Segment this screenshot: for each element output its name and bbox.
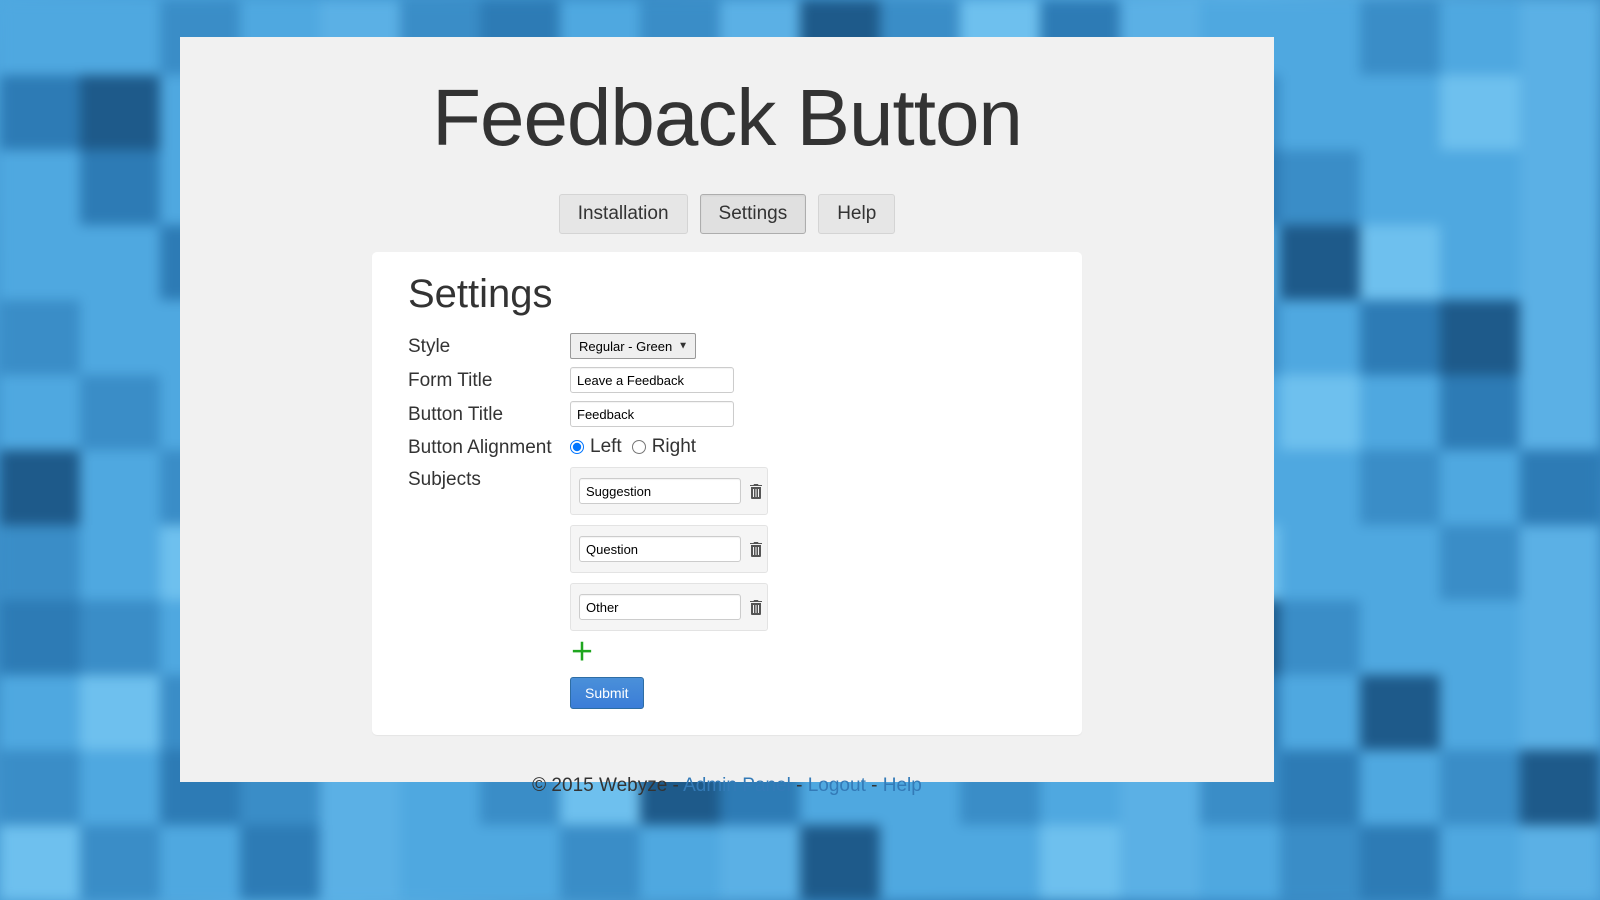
radio-right-label: Right (652, 436, 696, 458)
subject-item (570, 467, 768, 515)
footer-copyright: © 2015 Webyze - (532, 775, 683, 796)
subject-input-2[interactable] (579, 594, 741, 620)
footer-sep: - (791, 775, 808, 796)
subject-input-1[interactable] (579, 536, 741, 562)
row-style: Style Regular - Green ▼ (372, 329, 1082, 363)
subject-item (570, 525, 768, 573)
delete-subject-button[interactable] (749, 541, 763, 557)
tab-help[interactable]: Help (818, 194, 895, 234)
subject-input-0[interactable] (579, 478, 741, 504)
row-form-title: Form Title (372, 363, 1082, 397)
trash-icon (749, 541, 763, 557)
style-select-wrap: Regular - Green ▼ (570, 333, 696, 359)
tab-settings[interactable]: Settings (700, 194, 807, 234)
label-button-title: Button Title (408, 402, 570, 426)
trash-icon (749, 599, 763, 615)
alignment-radio-group: Left Right (570, 436, 696, 458)
plus-icon: ＋ (570, 639, 594, 666)
footer: © 2015 Webyze - Admin Panel - Logout - H… (180, 775, 1274, 797)
delete-subject-button[interactable] (749, 483, 763, 499)
tab-bar: Installation Settings Help (559, 194, 896, 234)
page-title: Feedback Button (180, 72, 1274, 164)
label-subjects: Subjects (408, 467, 570, 491)
delete-subject-button[interactable] (749, 599, 763, 615)
add-subject-button[interactable]: ＋ (570, 641, 594, 665)
row-subjects: Subjects (372, 463, 1082, 713)
settings-card: Settings Style Regular - Green ▼ Form Ti… (372, 252, 1082, 735)
main-panel: Feedback Button Installation Settings He… (180, 37, 1274, 782)
subjects-column: ＋ Submit (570, 467, 768, 709)
footer-sep: - (866, 775, 883, 796)
settings-heading: Settings (408, 272, 1082, 317)
form-title-input[interactable] (570, 367, 734, 393)
tab-installation[interactable]: Installation (559, 194, 688, 234)
button-title-input[interactable] (570, 401, 734, 427)
subject-item (570, 583, 768, 631)
label-form-title: Form Title (408, 368, 570, 392)
row-button-alignment: Button Alignment Left Right (372, 431, 1082, 463)
label-style: Style (408, 334, 570, 358)
style-select[interactable]: Regular - Green (570, 333, 696, 359)
radio-right[interactable] (632, 440, 646, 454)
radio-left-label: Left (590, 436, 622, 458)
label-button-alignment: Button Alignment (408, 435, 570, 459)
trash-icon (749, 483, 763, 499)
footer-link-help[interactable]: Help (883, 775, 922, 796)
footer-link-admin-panel[interactable]: Admin Panel (683, 775, 791, 796)
footer-link-logout[interactable]: Logout (808, 775, 866, 796)
radio-left[interactable] (570, 440, 584, 454)
submit-button[interactable]: Submit (570, 677, 644, 709)
row-button-title: Button Title (372, 397, 1082, 431)
